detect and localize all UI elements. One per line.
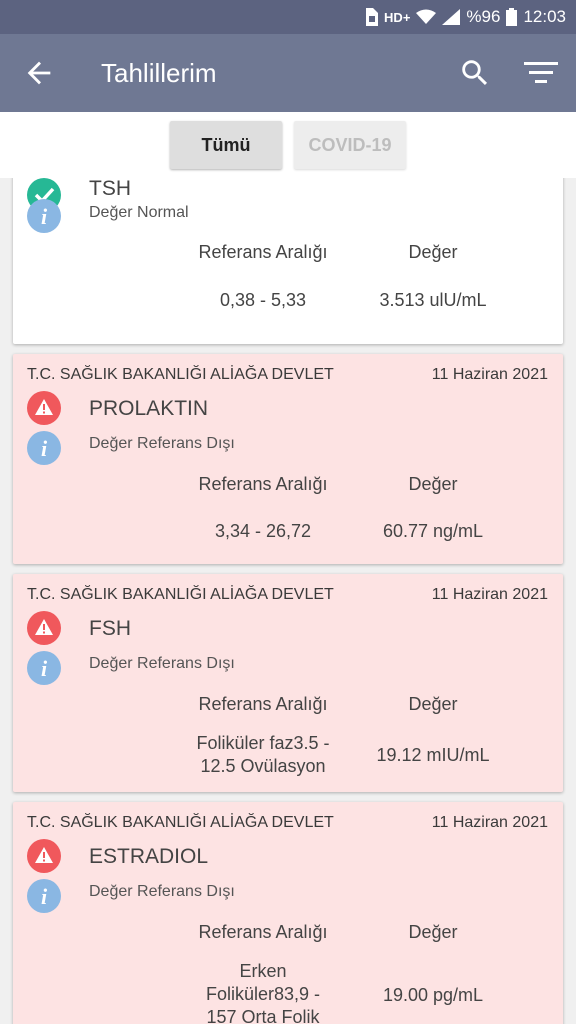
value-header: Değer (408, 922, 458, 942)
status-text: Değer Referans Dışı (89, 883, 235, 900)
result-card-estradiol[interactable]: T.C. SAĞLIK BAKANLIĞI ALİAĞA DEVLET 11 H… (13, 802, 563, 1024)
result-card-prolaktin[interactable]: T.C. SAĞLIK BAKANLIĞI ALİAĞA DEVLET 11 H… (13, 354, 563, 564)
warning-icon (27, 611, 61, 645)
value-header: Değer (408, 474, 458, 494)
result-date: 11 Haziran 2021 (431, 586, 548, 603)
status-text: Değer Normal (89, 204, 189, 221)
signal-icon (442, 9, 461, 25)
page-title: Tahlillerim (101, 58, 217, 88)
test-name: PROLAKTIN (89, 397, 209, 420)
svg-text:i: i (41, 436, 48, 461)
reference-header: Referans Aralığı (198, 474, 328, 494)
sim-icon (366, 8, 379, 26)
status-text: Değer Referans Dışı (89, 435, 235, 452)
hospital-name: T.C. SAĞLIK BAKANLIĞI ALİAĞA DEVLET (27, 814, 334, 831)
result-value: 60.77 ng/mL (382, 521, 484, 541)
reference-range: 3,34 - 26,72 (214, 521, 312, 541)
wifi-icon (416, 9, 437, 24)
test-name: FSH (89, 617, 131, 640)
info-icon[interactable]: i (27, 199, 61, 233)
reference-header: Referans Aralığı (198, 694, 328, 714)
battery-icon (506, 8, 518, 26)
reference-header: Referans Aralığı (198, 242, 328, 262)
search-icon[interactable] (458, 56, 492, 90)
test-name: ESTRADIOL (89, 845, 209, 868)
info-icon[interactable]: i (27, 651, 61, 685)
result-value: 3.513 ulU/mL (379, 290, 487, 310)
reference-range: 0,38 - 5,33 (219, 290, 307, 310)
warning-icon (27, 391, 61, 425)
result-value: 19.12 mIU/mL (376, 745, 490, 765)
filter-icon[interactable] (522, 56, 562, 90)
reference-line: 157 Orta Folik (206, 1007, 320, 1024)
value-header: Değer (408, 242, 458, 262)
reference-line: Foliküler faz3.5 - (196, 733, 330, 753)
svg-text:i: i (41, 884, 48, 909)
result-value: 19.00 pg/mL (382, 985, 484, 1005)
status-bar: HD+ %96 12:03 (0, 0, 576, 34)
network-type: HD+ (384, 9, 411, 25)
tab-covid-19[interactable]: COVID-19 (294, 121, 406, 169)
status-icons: HD+ %96 12:03 (364, 0, 566, 34)
status-text: Değer Referans Dışı (89, 655, 235, 672)
hospital-name: T.C. SAĞLIK BAKANLIĞI ALİAĞA DEVLET (27, 586, 334, 603)
result-card-tsh[interactable]: TSH i Değer Normal Referans Aralığı Değe… (13, 178, 563, 344)
result-date: 11 Haziran 2021 (431, 814, 548, 831)
reference-range: Erken Foliküler83,9 - 157 Orta Folik (183, 960, 343, 1024)
svg-text:i: i (41, 656, 48, 681)
reference-range: Foliküler faz3.5 - 12.5 Ovülasyon (183, 732, 343, 778)
reference-header: Referans Aralığı (198, 922, 328, 942)
info-icon[interactable]: i (27, 879, 61, 913)
tab-all[interactable]: Tümü (170, 121, 282, 169)
result-card-fsh[interactable]: T.C. SAĞLIK BAKANLIĞI ALİAĞA DEVLET 11 H… (13, 574, 563, 792)
result-date: 11 Haziran 2021 (431, 366, 548, 383)
clock: 12:03 (523, 7, 566, 26)
value-header: Değer (408, 694, 458, 714)
svg-text:i: i (41, 204, 48, 229)
reference-line: Erken (239, 961, 287, 981)
tab-bar: Tümü COVID-19 (0, 112, 576, 178)
battery-percent: %96 (466, 7, 501, 26)
arrow-left-icon[interactable] (22, 56, 56, 90)
info-icon[interactable]: i (27, 431, 61, 465)
warning-icon (27, 839, 61, 873)
reference-line: Foliküler83,9 - (205, 984, 321, 1004)
app-bar: Tahlillerim (0, 34, 576, 112)
test-name: TSH (89, 178, 131, 200)
hospital-name: T.C. SAĞLIK BAKANLIĞI ALİAĞA DEVLET (27, 366, 334, 383)
reference-line: 12.5 Ovülasyon (200, 756, 326, 776)
results-list[interactable]: TSH i Değer Normal Referans Aralığı Değe… (0, 178, 576, 1024)
